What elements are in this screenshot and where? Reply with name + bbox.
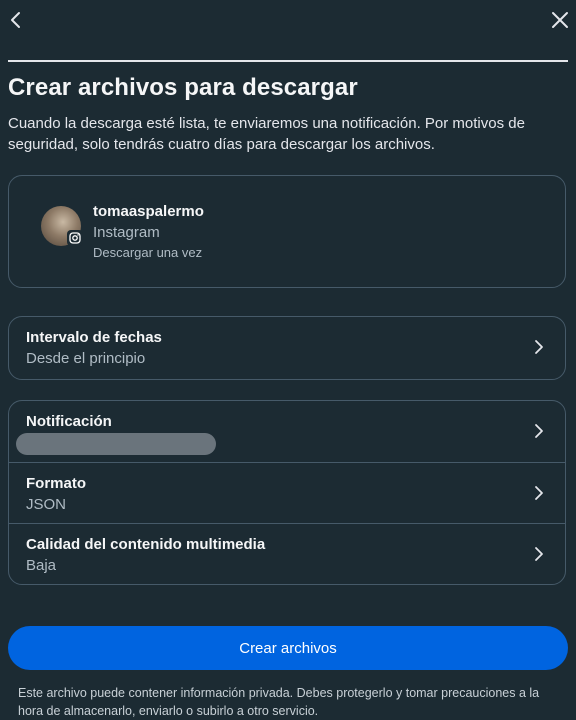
format-row[interactable]: Formato JSON (9, 463, 565, 524)
date-range-label: Intervalo de fechas (26, 329, 162, 346)
redacted-value (16, 433, 216, 455)
settings-card: Notificación Formato JSON Calidad del co… (8, 400, 566, 585)
download-mode: Descargar una vez (93, 245, 203, 260)
close-icon (552, 12, 568, 28)
notification-label: Notificación (26, 413, 112, 430)
header-divider (8, 60, 568, 62)
format-value: JSON (26, 496, 67, 513)
privacy-footnote: Este archivo puede contener información … (18, 686, 540, 718)
back-button[interactable] (2, 6, 30, 34)
close-button[interactable] (546, 6, 574, 34)
account-username: tomaaspalermo (93, 203, 204, 220)
page-description: Cuando la descarga esté lista, te enviar… (8, 115, 525, 153)
media-quality-value: Baja (26, 557, 57, 574)
chevron-left-icon (11, 12, 20, 28)
top-bar (0, 0, 576, 40)
chevron-right-icon (535, 486, 543, 500)
page-title: Crear archivos para descargar (8, 74, 358, 101)
date-range-value: Desde el principio (26, 350, 146, 367)
chevron-right-icon (535, 547, 543, 561)
account-platform: Instagram (93, 224, 160, 241)
account-card: tomaaspalermo Instagram Descargar una ve… (8, 175, 566, 288)
chevron-right-icon (535, 424, 543, 438)
media-quality-label: Calidad del contenido multimedia (26, 536, 266, 553)
format-label: Formato (26, 475, 86, 492)
date-range-row[interactable]: Intervalo de fechas Desde el principio (9, 317, 565, 378)
media-quality-row[interactable]: Calidad del contenido multimedia Baja (9, 524, 565, 585)
chevron-right-icon (535, 340, 543, 354)
notification-row[interactable]: Notificación (9, 401, 565, 462)
date-range-card: Intervalo de fechas Desde el principio (8, 316, 566, 380)
create-files-button[interactable]: Crear archivos (8, 626, 568, 670)
instagram-icon (67, 230, 83, 246)
